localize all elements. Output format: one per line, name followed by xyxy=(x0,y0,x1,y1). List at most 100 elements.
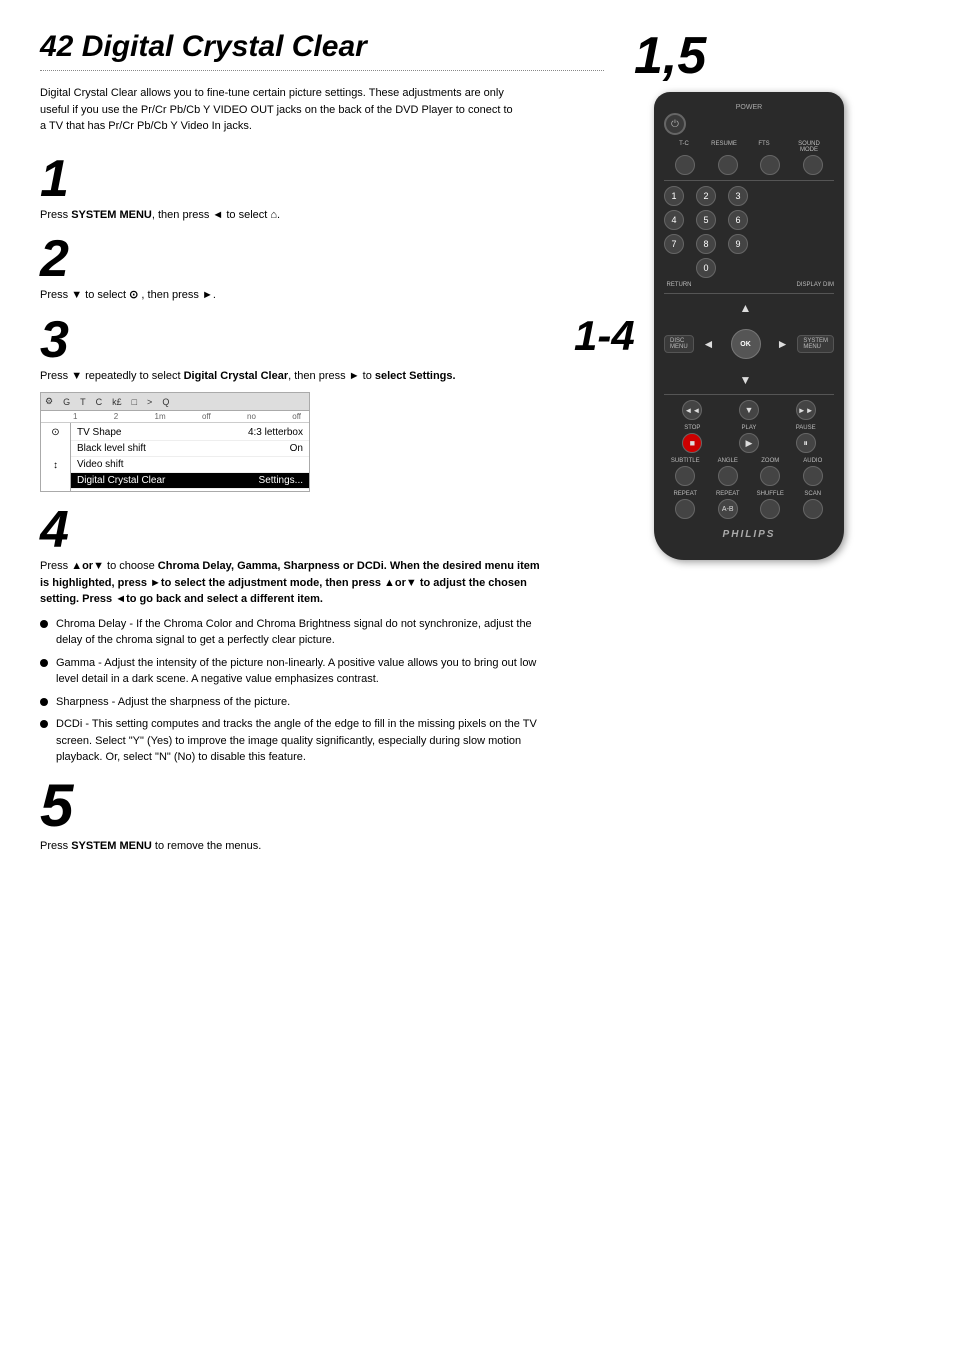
label-play: PLAY xyxy=(734,425,764,431)
label-pause: PAUSE xyxy=(791,425,821,431)
bullet-sharpness: Sharpness - Adjust the sharpness of the … xyxy=(40,694,540,711)
right-content: 1,5 POWER ⏻ T-C RESUME FTS SOUND MODE xyxy=(624,30,924,1321)
bullet-dot-3 xyxy=(40,698,48,706)
menu-row-dcc: Digital Crystal Clear Settings... xyxy=(71,473,309,489)
menu-bar-c: C xyxy=(96,397,103,407)
btn-rew[interactable]: ◄◄ xyxy=(682,400,702,420)
intro-text: Digital Crystal Clear allows you to fine… xyxy=(40,85,520,135)
disc-menu-btn[interactable]: DISCMENU xyxy=(664,335,694,353)
menu-bar-arr: > xyxy=(147,397,152,407)
label-soundmode: SOUND MODE xyxy=(789,141,829,153)
step-indicator-15: 1,5 xyxy=(634,30,706,82)
nav-right-btn[interactable]: ► xyxy=(777,337,789,351)
btn-down-nav[interactable]: ▼ xyxy=(739,400,759,420)
btn-6[interactable]: 6 xyxy=(728,210,748,230)
menu-sidebar: ⊙ ↕ xyxy=(41,423,71,491)
btn-repeat1[interactable] xyxy=(675,499,695,519)
step-4-text: Press ▲or▼ to choose Chroma Delay, Gamma… xyxy=(40,558,540,608)
transport-labels-row: STOP PLAY PAUSE xyxy=(664,425,834,431)
brand-label: PHILIPS xyxy=(664,529,834,540)
btn-2[interactable]: 2 xyxy=(696,186,716,206)
bullet-dot-1 xyxy=(40,620,48,628)
bullet-chroma: Chroma Delay - If the Chroma Color and C… xyxy=(40,616,540,649)
btn-shuffle[interactable] xyxy=(760,499,780,519)
step-5: 5 Press SYSTEM MENU to remove the menus. xyxy=(40,776,604,855)
menu-sidebar-icon-2: ↕ xyxy=(53,460,58,471)
transport-row-1: ◄◄ ▼ ►► xyxy=(664,400,834,420)
repeat-labels-row: REPEAT REPEAT SHUFFLE SCAN xyxy=(664,491,834,497)
btn-resume[interactable] xyxy=(718,155,738,175)
menu-sidebar-icon-1: ⊙ xyxy=(51,427,59,438)
btn-0[interactable]: 0 xyxy=(696,258,716,278)
label-fts: FTS xyxy=(749,141,779,153)
btn-1[interactable]: 1 xyxy=(664,186,684,206)
btn-8[interactable]: 8 xyxy=(696,234,716,254)
divider-3 xyxy=(664,394,834,395)
menu-bar-t: T xyxy=(80,397,86,407)
page-title: 42 Digital Crystal Clear xyxy=(40,30,604,64)
menu-rows: TV Shape 4:3 letterbox Black level shift… xyxy=(71,423,309,491)
btn-subtitle[interactable] xyxy=(675,466,695,486)
btn-pause[interactable]: ⏸ xyxy=(796,433,816,453)
btn-stop[interactable]: ■ xyxy=(682,433,702,453)
remote-body: POWER ⏻ T-C RESUME FTS SOUND MODE xyxy=(654,92,844,560)
power-label: POWER xyxy=(664,104,834,111)
btn-soundmode[interactable] xyxy=(803,155,823,175)
btn-tc[interactable] xyxy=(675,155,695,175)
btn-fts[interactable] xyxy=(760,155,780,175)
nav-down-btn[interactable]: ▼ xyxy=(740,373,752,387)
top-buttons-row xyxy=(664,155,834,175)
menu-row-videoshift: Video shift xyxy=(71,457,309,473)
step-indicator-14: 1-4 xyxy=(574,312,635,360)
power-button[interactable]: ⏻ xyxy=(664,113,686,135)
repeat-row: A-B xyxy=(664,499,834,519)
btn-3[interactable]: 3 xyxy=(728,186,748,206)
menu-bar-g: G xyxy=(63,397,70,407)
step-3-text: Press ▼ repeatedly to select Digital Cry… xyxy=(40,368,540,385)
btn-audio[interactable] xyxy=(803,466,823,486)
nav-up-btn[interactable]: ▲ xyxy=(740,301,752,315)
label-stop: STOP xyxy=(677,425,707,431)
nav-cluster: ▲ ◄ OK ► ▼ xyxy=(701,299,791,389)
menu-bar-sq: □ xyxy=(132,397,137,407)
step-5-text: Press SYSTEM MENU to remove the menus. xyxy=(40,838,540,855)
divider-2 xyxy=(664,293,834,294)
system-menu-btn[interactable]: SYSTEMMENU xyxy=(797,335,834,353)
bullet-gamma: Gamma - Adjust the intensity of the pict… xyxy=(40,655,540,688)
menu-val-row: 1 2 1m off no off xyxy=(41,411,309,423)
btn-7[interactable]: 7 xyxy=(664,234,684,254)
btn-scan[interactable] xyxy=(803,499,823,519)
menu-bar-q: Q xyxy=(162,397,169,407)
btn-play[interactable]: ▶ xyxy=(739,433,759,453)
label-subtitle: SUBTITLE xyxy=(670,458,700,464)
nav-left-btn[interactable]: ◄ xyxy=(703,337,715,351)
btn-angle[interactable] xyxy=(718,466,738,486)
ok-btn[interactable]: OK xyxy=(731,329,761,359)
return-displaydim-row: RETURN DISPLAY DIM xyxy=(664,282,834,288)
menu-screenshot: ⚙ G T C k£ □ > Q 1 2 1m off no off xyxy=(40,392,310,492)
label-repeat1: REPEAT xyxy=(670,491,700,497)
number-grid: 1 2 3 4 5 6 7 8 9 0 xyxy=(664,186,834,278)
btn-ff[interactable]: ►► xyxy=(796,400,816,420)
btn-repeat2[interactable]: A-B xyxy=(718,499,738,519)
btn-5[interactable]: 5 xyxy=(696,210,716,230)
btn-4[interactable]: 4 xyxy=(664,210,684,230)
divider-1 xyxy=(664,180,834,181)
step-4-number: 4 xyxy=(40,504,604,556)
page: 42 Digital Crystal Clear Digital Crystal… xyxy=(0,0,954,1351)
step-4: 4 Press ▲or▼ to choose Chroma Delay, Gam… xyxy=(40,504,604,766)
step-2-text: Press ▼ to select ⊙ , then press ►. xyxy=(40,287,540,304)
menu-body: ⊙ ↕ TV Shape 4:3 letterbox Black level s… xyxy=(41,423,309,491)
step-1-text: Press SYSTEM MENU, then press ◄ to selec… xyxy=(40,207,540,224)
step-3-number: 3 xyxy=(40,314,604,366)
step-5-number: 5 xyxy=(40,776,604,836)
transport-row-2: ■ ▶ ⏸ xyxy=(664,433,834,453)
step-1-number: 1 xyxy=(40,153,604,205)
disc-system-row: DISCMENU ▲ ◄ OK ► ▼ SYSTEMMENU xyxy=(664,299,834,389)
btn-9[interactable]: 9 xyxy=(728,234,748,254)
power-section: POWER ⏻ xyxy=(664,104,834,135)
label-tc: T-C xyxy=(669,141,699,153)
title-divider xyxy=(40,70,604,71)
btn-zoom[interactable] xyxy=(760,466,780,486)
bullet-dcdi: DCDi - This setting computes and tracks … xyxy=(40,716,540,766)
